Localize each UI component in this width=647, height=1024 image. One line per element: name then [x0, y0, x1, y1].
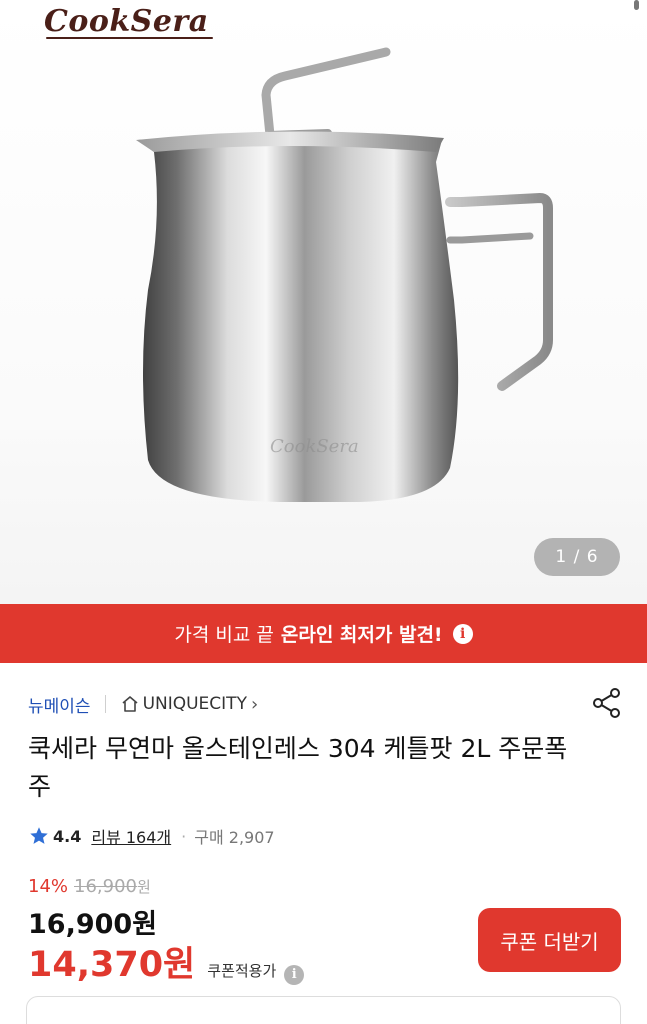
separator-dot: · — [181, 826, 187, 846]
coupon-price-label: 쿠폰적용가 — [207, 962, 277, 980]
svg-text:CookSera: CookSera — [270, 436, 359, 457]
scroll-indicator — [634, 0, 639, 10]
discount-row: 14% 16,900 원 — [28, 876, 151, 897]
option-card[interactable] — [26, 996, 621, 1024]
rating-score: 4.4 — [53, 826, 82, 846]
lowest-price-banner[interactable]: 가격 비교 끝 온라인 최저가 발견! i — [0, 604, 647, 663]
discount-rate: 14% — [28, 876, 69, 897]
info-icon[interactable]: i — [452, 623, 473, 644]
product-title: 쿡세라 무연마 올스테인레스 304 케틀팟 2L 주문폭주 — [28, 734, 568, 801]
star-icon — [30, 827, 48, 844]
store-link[interactable]: UNIQUECITY › — [120, 693, 259, 715]
share-icon[interactable] — [590, 686, 624, 720]
seller-name-link[interactable]: 뉴메이슨 — [28, 692, 91, 717]
product-image: CookSera — [136, 47, 553, 502]
brand-logo: CookSera — [44, 4, 213, 39]
original-price-unit: 원 — [137, 878, 151, 896]
store-name: UNIQUECITY — [142, 694, 247, 714]
seller-divider — [104, 695, 106, 713]
get-more-coupons-button[interactable]: 쿠폰 더받기 — [478, 908, 621, 972]
seller-row: 뉴메이슨 UNIQUECITY › — [28, 690, 258, 718]
chevron-right-icon: › — [250, 693, 259, 715]
coupon-price: 14,370원 — [28, 945, 196, 985]
promo-text: 가격 비교 끝 — [174, 624, 274, 646]
review-count-link[interactable]: 리뷰 164개 — [91, 824, 171, 848]
purchase-count: 구매 2,907 — [194, 828, 275, 847]
product-image-carousel[interactable]: CookSera CookSera 1 / 6 — [0, 0, 647, 604]
home-icon — [122, 696, 138, 712]
info-icon[interactable]: i — [284, 964, 305, 985]
original-price: 16,900 — [74, 876, 137, 897]
rating-row: 4.4 리뷰 164개 · 구매 2,907 — [28, 822, 275, 850]
coupon-price-row: 14,370원 쿠폰적용가 i — [28, 936, 305, 987]
promo-strong-text: 온라인 최저가 발견! — [280, 624, 443, 646]
image-page-indicator: 1 / 6 — [534, 538, 620, 576]
